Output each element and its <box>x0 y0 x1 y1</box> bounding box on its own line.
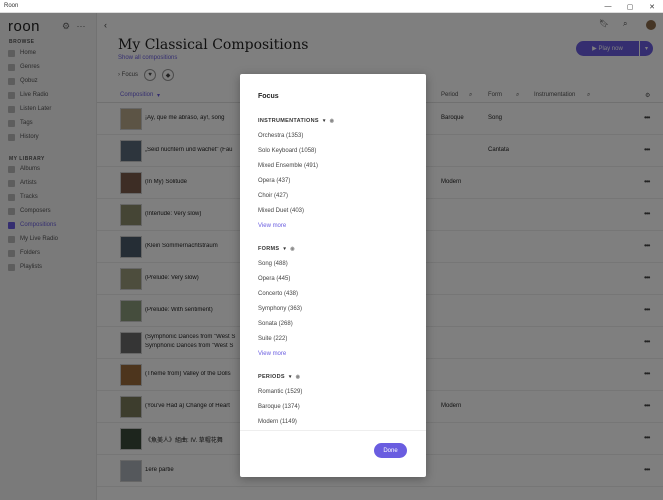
window-title: Roon <box>4 3 19 9</box>
caret-down-icon: ▾ <box>322 118 326 124</box>
focus-option[interactable]: Romantic (1529) <box>258 389 302 395</box>
focus-option[interactable]: Modern (1149) <box>258 419 297 425</box>
window-titlebar: Roon — ▢ ✕ <box>0 0 663 13</box>
minimize-button[interactable]: — <box>597 0 619 13</box>
group-heading-periods[interactable]: PERIODS ▾ ◉ <box>258 374 300 380</box>
focus-option[interactable]: Symphony (363) <box>258 306 302 312</box>
view-more-instrumentations[interactable]: View more <box>258 223 286 229</box>
focus-option[interactable]: Orchestra (1353) <box>258 133 303 139</box>
focus-option[interactable]: Baroque (1374) <box>258 404 300 410</box>
eye-icon[interactable]: ◉ <box>296 374 301 380</box>
focus-dialog-title: Focus <box>258 93 279 100</box>
eye-icon[interactable]: ◉ <box>290 246 295 252</box>
focus-option[interactable]: Suite (222) <box>258 336 287 342</box>
group-heading-instrumentations[interactable]: INSTRUMENTATIONS ▾ ◉ <box>258 118 334 124</box>
focus-option[interactable]: Opera (445) <box>258 276 290 282</box>
focus-option[interactable]: Song (488) <box>258 261 288 267</box>
focus-option[interactable]: Solo Keyboard (1058) <box>258 148 316 154</box>
modal-footer-divider <box>240 430 426 431</box>
focus-option[interactable]: Mixed Duet (403) <box>258 208 304 214</box>
focus-dialog: Focus INSTRUMENTATIONS ▾ ◉ Orchestra (13… <box>240 74 426 477</box>
focus-option[interactable]: Concerto (438) <box>258 291 298 297</box>
done-button[interactable]: Done <box>374 443 407 458</box>
focus-option[interactable]: Mixed Ensemble (491) <box>258 163 318 169</box>
caret-down-icon: ▾ <box>288 374 292 380</box>
close-window-button[interactable]: ✕ <box>641 0 663 13</box>
view-more-forms[interactable]: View more <box>258 351 286 357</box>
focus-options-list[interactable]: INSTRUMENTATIONS ▾ ◉ Orchestra (1353) So… <box>240 110 426 430</box>
group-heading-forms[interactable]: FORMS ▾ ◉ <box>258 246 295 252</box>
eye-icon[interactable]: ◉ <box>330 118 335 124</box>
maximize-button[interactable]: ▢ <box>619 0 641 13</box>
focus-option[interactable]: Opera (437) <box>258 178 290 184</box>
caret-down-icon: ▾ <box>283 246 287 252</box>
focus-option[interactable]: Sonata (268) <box>258 321 293 327</box>
focus-option[interactable]: Choir (427) <box>258 193 288 199</box>
